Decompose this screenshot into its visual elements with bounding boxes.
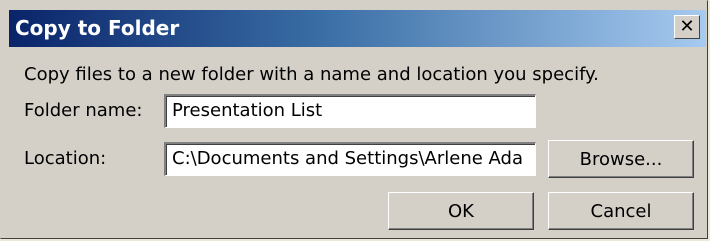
dialog-description: Copy files to a new folder with a name a… [24, 64, 599, 85]
title-bar[interactable]: Copy to Folder ✕ [9, 10, 706, 47]
folder-name-label: Folder name: [24, 100, 143, 121]
location-input[interactable]: C:\Documents and Settings\Arlene Ada [164, 142, 536, 176]
close-button[interactable]: ✕ [674, 15, 700, 39]
cancel-button[interactable]: Cancel [548, 192, 694, 230]
copy-to-folder-dialog: Copy to Folder ✕ Copy files to a new fol… [0, 0, 708, 239]
window-title: Copy to Folder [15, 16, 180, 40]
location-label: Location: [24, 148, 107, 169]
close-icon: ✕ [679, 16, 695, 37]
ok-button[interactable]: OK [388, 192, 534, 230]
browse-button[interactable]: Browse... [548, 140, 694, 178]
folder-name-input[interactable]: Presentation List [164, 94, 536, 128]
